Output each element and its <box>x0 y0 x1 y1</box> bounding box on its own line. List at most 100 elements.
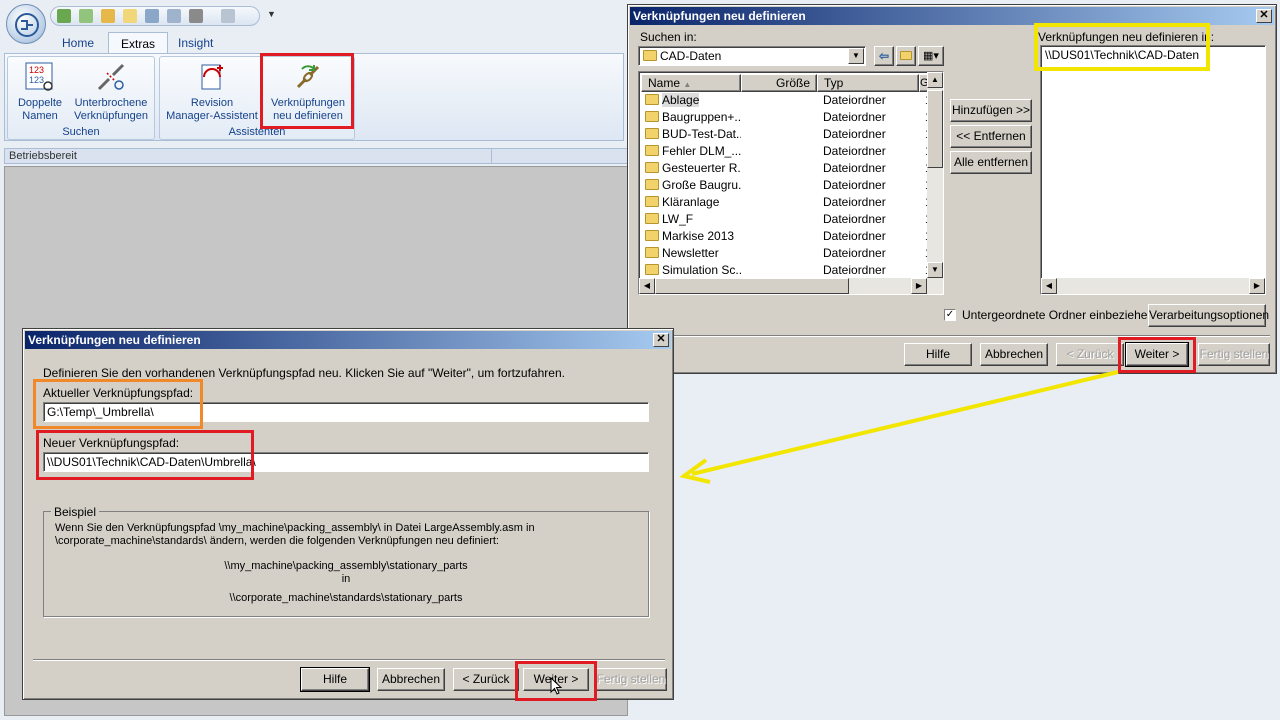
print-icon[interactable] <box>189 9 203 23</box>
list-vertical-scrollbar[interactable]: ▲ ▼ <box>927 72 943 278</box>
folder-icon <box>645 264 659 275</box>
list-item[interactable]: KläranlageDateiordner1 <box>641 194 931 211</box>
list-item[interactable]: AblageDateiordner1 <box>641 92 931 109</box>
subfolders-checkbox[interactable]: ✓ <box>944 309 956 321</box>
folder-type: Dateiordner <box>823 246 886 260</box>
open-icon[interactable] <box>57 9 71 23</box>
status-divider <box>491 149 492 163</box>
view-menu-icon[interactable]: ▦▾ <box>918 46 944 66</box>
broken-links-label-2: Verknüpfungen <box>73 110 148 122</box>
status-text: Betriebsbereit <box>9 150 77 162</box>
search-in-value: CAD-Daten <box>660 49 722 63</box>
revision-manager-icon <box>196 61 228 93</box>
revision-manager-button[interactable]: Revision Manager-Assistent <box>164 61 260 123</box>
new-icon[interactable] <box>79 9 93 23</box>
application-menu-button[interactable] <box>6 4 46 44</box>
list-item[interactable]: Große Baugru...Dateiordner1 <box>641 177 931 194</box>
scroll-down-icon[interactable]: ▼ <box>927 262 943 278</box>
save-icon[interactable] <box>145 9 159 23</box>
folder-icon <box>645 145 659 156</box>
scroll-left-icon[interactable]: ◀ <box>639 278 655 294</box>
dialog-bottom-title: Verknüpfungen neu definieren <box>28 333 201 347</box>
scroll-left-icon[interactable]: ◀ <box>1041 278 1057 294</box>
broken-link-icon <box>95 61 127 93</box>
list-item[interactable]: Fehler DLM_...Dateiordner1 <box>641 143 931 160</box>
scroll-thumb[interactable] <box>927 90 943 168</box>
back-button-bottom[interactable]: < Zurück <box>453 668 519 691</box>
list-item[interactable]: BUD-Test-Dat...Dateiordner1 <box>641 126 931 143</box>
finish-button-top[interactable]: Fertig stellen <box>1198 343 1270 366</box>
broken-links-button[interactable]: Unterbrochene Verknüpfungen <box>68 61 154 123</box>
group-suchen: 123 123 Doppelte Namen Unterbrochene Verk… <box>7 56 155 140</box>
folder-type: Dateiordner <box>823 161 886 175</box>
list-item[interactable]: Simulation Sc...Dateiordner1 <box>641 262 931 279</box>
folder-type: Dateiordner <box>823 110 886 124</box>
example-in: in <box>341 573 351 585</box>
qat-dropdown-icon[interactable]: ▼ <box>267 9 276 19</box>
tab-home[interactable]: Home <box>50 32 106 54</box>
scroll-right-icon[interactable]: ▶ <box>1249 278 1265 294</box>
hscroll-thumb[interactable] <box>655 278 849 294</box>
cancel-button-bottom[interactable]: Abbrechen <box>377 668 445 691</box>
dialog-bottom-titlebar: Verknüpfungen neu definieren ✕ <box>25 331 671 349</box>
folder-icon <box>645 196 659 207</box>
list-item[interactable]: Baugruppen+...Dateiordner1 <box>641 109 931 126</box>
help-button-bottom[interactable]: Hilfe <box>300 667 370 692</box>
folder-type: Dateiordner <box>823 178 886 192</box>
scroll-up-icon[interactable]: ▲ <box>927 72 943 88</box>
duplicate-names-label-2: Namen <box>22 110 58 122</box>
tab-insight[interactable]: Insight <box>166 32 225 54</box>
remove-button[interactable]: << Entfernen <box>950 125 1032 148</box>
finish-button-bottom[interactable]: Fertig stellen <box>595 668 667 691</box>
search-in-label: Suchen in: <box>640 30 697 44</box>
folder-icon <box>645 179 659 190</box>
add-button[interactable]: Hinzufügen >> <box>950 99 1032 122</box>
svg-text:123: 123 <box>29 65 44 75</box>
duplicate-names-label-1: Doppelte <box>17 97 63 109</box>
folder-icon <box>645 128 659 139</box>
processing-options-button[interactable]: Verarbeitungsoptionen <box>1148 304 1269 327</box>
list-item[interactable]: Gesteuerter R...Dateiordner1 <box>641 160 931 177</box>
folder-type: Dateiordner <box>823 263 886 277</box>
example-title: Beispiel <box>51 505 100 519</box>
folder-icon[interactable] <box>101 9 115 23</box>
redefine-links-dialog-bottom: Verknüpfungen neu definieren ✕ Definiere… <box>22 328 674 701</box>
save-as-icon[interactable] <box>167 9 181 23</box>
target-horizontal-scrollbar[interactable]: ◀ ▶ <box>1041 278 1265 294</box>
search-in-select[interactable]: CAD-Daten ▼ <box>638 46 866 66</box>
mouse-cursor-icon <box>550 677 563 695</box>
duplicate-names-icon: 123 123 <box>24 61 56 93</box>
folder-icon <box>645 162 659 173</box>
revision-manager-label-2: Manager-Assistent <box>166 110 258 122</box>
folder-name: Große Baugru... <box>662 178 741 192</box>
column-type[interactable]: Typ <box>817 74 919 92</box>
list-item[interactable]: LW_FDateiordner1 <box>641 211 931 228</box>
mail-icon[interactable] <box>221 9 235 23</box>
open-folder-icon[interactable] <box>123 9 137 23</box>
tab-extras[interactable]: Extras <box>108 32 169 54</box>
subfolders-label: Untergeordnete Ordner einbeziehen <box>962 308 1155 322</box>
remove-all-button[interactable]: Alle entfernen <box>950 151 1032 174</box>
list-item[interactable]: Markise 2013Dateiordner1 <box>641 228 931 245</box>
example-to: \\corporate_machine\standards\stationary… <box>229 592 463 604</box>
folder-name: Gesteuerter R... <box>662 161 741 175</box>
scroll-right-icon[interactable]: ▶ <box>911 278 927 294</box>
list-item[interactable]: NewsletterDateiordner1 <box>641 245 931 262</box>
list-horizontal-scrollbar[interactable]: ◀ ▶ <box>639 278 943 294</box>
column-size[interactable]: Größe <box>741 74 817 92</box>
close-icon[interactable]: ✕ <box>1256 9 1272 23</box>
up-folder-icon[interactable] <box>896 46 916 66</box>
new-path-highlight-red <box>36 430 254 480</box>
chevron-down-icon[interactable]: ▼ <box>848 48 864 64</box>
column-name[interactable]: Name ▲ <box>641 74 741 92</box>
back-arrow-icon[interactable]: ⇦ <box>874 46 894 66</box>
folder-name: BUD-Test-Dat... <box>662 127 741 141</box>
status-bar: Betriebsbereit <box>4 148 628 164</box>
close-icon[interactable]: ✕ <box>653 333 669 347</box>
folder-list[interactable]: Name ▲ Größe Typ G AblageDateiordner1Bau… <box>638 71 944 295</box>
folder-name: Fehler DLM_... <box>662 144 741 158</box>
list-header: Name ▲ Größe Typ G <box>641 74 929 92</box>
target-list[interactable]: \\DUS01\Technik\CAD-Daten ◀ ▶ <box>1040 45 1266 295</box>
example-from: \\my_machine\packing_assembly\stationary… <box>224 560 468 572</box>
duplicate-names-button[interactable]: 123 123 Doppelte Namen <box>10 61 70 123</box>
